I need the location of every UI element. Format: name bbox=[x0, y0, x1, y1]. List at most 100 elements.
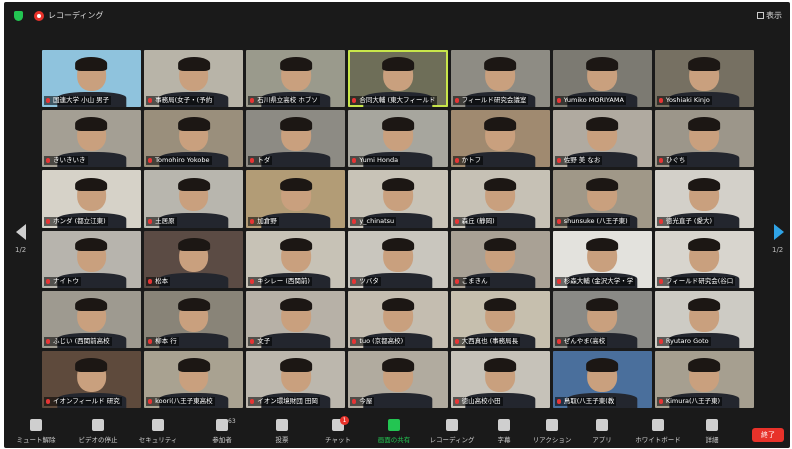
participant-video bbox=[75, 57, 108, 92]
participant-tile[interactable]: y_chinatsu bbox=[348, 170, 448, 228]
participant-tile[interactable]: こまきん bbox=[450, 230, 550, 288]
participant-video bbox=[688, 177, 721, 212]
participant-tile[interactable]: tuo (京都高校) bbox=[348, 290, 448, 348]
reactions-button[interactable]: リアクション bbox=[524, 418, 580, 448]
participant-tile[interactable]: 徳山高校小田 bbox=[450, 350, 550, 408]
participant-tile[interactable]: koori(八王子東高校 bbox=[144, 350, 244, 408]
participant-tile[interactable]: ふじい (西関前高校 bbox=[42, 290, 142, 348]
participant-tile[interactable]: Yumiko MORIYAMA bbox=[552, 50, 652, 108]
participant-tile[interactable]: 文子 bbox=[246, 290, 346, 348]
participant-tile[interactable]: 石川県立高校 ホブソ bbox=[246, 50, 346, 108]
participant-name: 石川県立高校 ホブソ bbox=[248, 96, 320, 106]
participant-tile[interactable]: 佐野 美 なお bbox=[552, 110, 652, 168]
participant-tile[interactable]: 事務局(女子・(予約 bbox=[144, 50, 244, 108]
participant-tile[interactable]: 大西真也 (事務局長 bbox=[450, 290, 550, 348]
participant-tile[interactable]: ホンダ (都立江東) bbox=[42, 170, 142, 228]
polls-button[interactable]: 投票 bbox=[254, 418, 310, 448]
participant-tile[interactable]: ぜんやま(高校 bbox=[552, 290, 652, 348]
participant-video bbox=[177, 117, 210, 152]
participant-tile[interactable]: 合同大輔 (東大フィールド bbox=[348, 50, 448, 108]
participant-tile[interactable]: かトフ bbox=[450, 110, 550, 168]
previous-page-arrow-icon[interactable] bbox=[16, 224, 26, 240]
participant-name: トダ bbox=[248, 156, 273, 166]
participant-tile[interactable]: Kimura(八王子東) bbox=[654, 350, 754, 408]
participants-button[interactable]: 63 参加者 bbox=[194, 418, 250, 448]
participant-tile[interactable]: Ryutaro Goto bbox=[654, 290, 754, 348]
page-indicator-left: 1/2 bbox=[15, 246, 27, 254]
participant-name: koori(八王子東高校 bbox=[146, 397, 215, 406]
mute-button[interactable]: ミュート解除 bbox=[8, 418, 64, 448]
apps-button[interactable]: アプリ bbox=[574, 418, 630, 448]
smiley-icon bbox=[546, 419, 558, 431]
participant-tile[interactable]: shunsuke (八王子東) bbox=[552, 170, 652, 228]
video-camera-icon bbox=[92, 419, 104, 431]
participant-name: 徳光直子 (愛大) bbox=[656, 216, 714, 226]
participant-tile[interactable]: 鳥取(八王子東(教 bbox=[552, 350, 652, 408]
record-button[interactable]: レコーディング bbox=[424, 418, 480, 448]
security-shield-icon[interactable] bbox=[14, 11, 23, 21]
participant-name: フィールド研究会議室 bbox=[452, 96, 529, 106]
participant-tile[interactable]: きいきいき bbox=[42, 110, 142, 168]
end-meeting-button[interactable]: 終了 bbox=[752, 428, 784, 442]
next-page-arrow-icon[interactable] bbox=[774, 224, 784, 240]
participant-video bbox=[177, 297, 210, 332]
more-label: 詳細 bbox=[705, 436, 719, 444]
participant-tile[interactable]: 杉森大輔 (金沢大学・学 bbox=[552, 230, 652, 288]
view-button[interactable]: 表示 bbox=[757, 10, 782, 21]
apps-label: アプリ bbox=[592, 436, 612, 444]
participant-tile[interactable]: Yumi Honda bbox=[348, 110, 448, 168]
participant-video bbox=[586, 177, 619, 212]
participant-name: ホンダ (都立江東) bbox=[44, 216, 108, 226]
share-screen-button[interactable]: 画面の共有 bbox=[366, 418, 422, 448]
reactions-label: リアクション bbox=[532, 436, 572, 444]
security-button[interactable]: セキュリティ bbox=[130, 418, 186, 448]
chat-button[interactable]: 1 チャット bbox=[310, 416, 366, 448]
participant-name: イオンフィールド 研究 bbox=[44, 397, 122, 406]
participant-tile[interactable]: キシレー (西関前) bbox=[246, 230, 346, 288]
participant-tile[interactable]: 国連大学 小山 男子 bbox=[42, 50, 142, 108]
participant-tile[interactable]: 加倉野 bbox=[246, 170, 346, 228]
participant-name: イオン環境財団 田岡 bbox=[248, 397, 320, 406]
participant-name: y_chinatsu bbox=[350, 216, 397, 226]
view-label: 表示 bbox=[766, 11, 782, 20]
participant-tile[interactable]: 徳光直子 (愛大) bbox=[654, 170, 754, 228]
more-button[interactable]: 詳細 bbox=[684, 418, 740, 448]
participant-video bbox=[688, 297, 721, 332]
participant-video bbox=[177, 358, 210, 392]
participant-name: こまきん bbox=[452, 276, 490, 286]
participant-video bbox=[381, 177, 414, 212]
participant-tile[interactable]: 柳本 行 bbox=[144, 290, 244, 348]
participant-video bbox=[586, 117, 619, 152]
participant-tile[interactable]: 土居原 bbox=[144, 170, 244, 228]
participant-tile[interactable]: フィールド研究会議室 bbox=[450, 50, 550, 108]
participant-tile[interactable]: イオン環境財団 田岡 bbox=[246, 350, 346, 408]
participant-video bbox=[381, 57, 414, 92]
participant-tile[interactable]: ツバタ bbox=[348, 230, 448, 288]
chat-label: チャット bbox=[325, 436, 351, 444]
participant-tile[interactable]: 今屋 bbox=[348, 350, 448, 408]
whiteboard-icon bbox=[652, 419, 664, 431]
participant-name: ぜんやま(高校 bbox=[554, 336, 608, 346]
participant-name: ツバタ bbox=[350, 276, 381, 286]
participant-name: ナイトウ bbox=[44, 276, 81, 286]
participant-tile[interactable]: 松本 bbox=[144, 230, 244, 288]
recording-label: レコーディング bbox=[48, 11, 104, 20]
participant-tile[interactable]: イオンフィールド 研究 bbox=[42, 350, 142, 408]
participant-tile[interactable]: フィールド研究会(谷口 bbox=[654, 230, 754, 288]
whiteboard-button[interactable]: ホワイトボード bbox=[630, 418, 686, 448]
participant-tile[interactable]: Tomohiro Yokobe bbox=[144, 110, 244, 168]
participant-tile[interactable]: 森丘 (静岡) bbox=[450, 170, 550, 228]
zoom-window: レコーディング 表示 1/2 1/2 国連大学 小山 男子 事務局(女子・(予約 石… bbox=[4, 2, 790, 448]
participant-tile[interactable]: Yoshiaki Kinjo bbox=[654, 50, 754, 108]
share-label: 画面の共有 bbox=[377, 436, 411, 444]
participant-tile[interactable]: ナイトウ bbox=[42, 230, 142, 288]
participant-video bbox=[484, 358, 516, 392]
whiteboard-label: ホワイトボード bbox=[635, 436, 681, 444]
participant-tile[interactable]: ひぐち bbox=[654, 110, 754, 168]
participant-name: 徳山高校小田 bbox=[452, 397, 503, 406]
participant-name: tuo (京都高校) bbox=[350, 336, 406, 346]
participant-tile[interactable]: トダ bbox=[246, 110, 346, 168]
stop-video-button[interactable]: ビデオの停止 bbox=[70, 418, 126, 448]
chat-badge: 1 bbox=[340, 416, 349, 425]
participant-video bbox=[381, 297, 414, 332]
